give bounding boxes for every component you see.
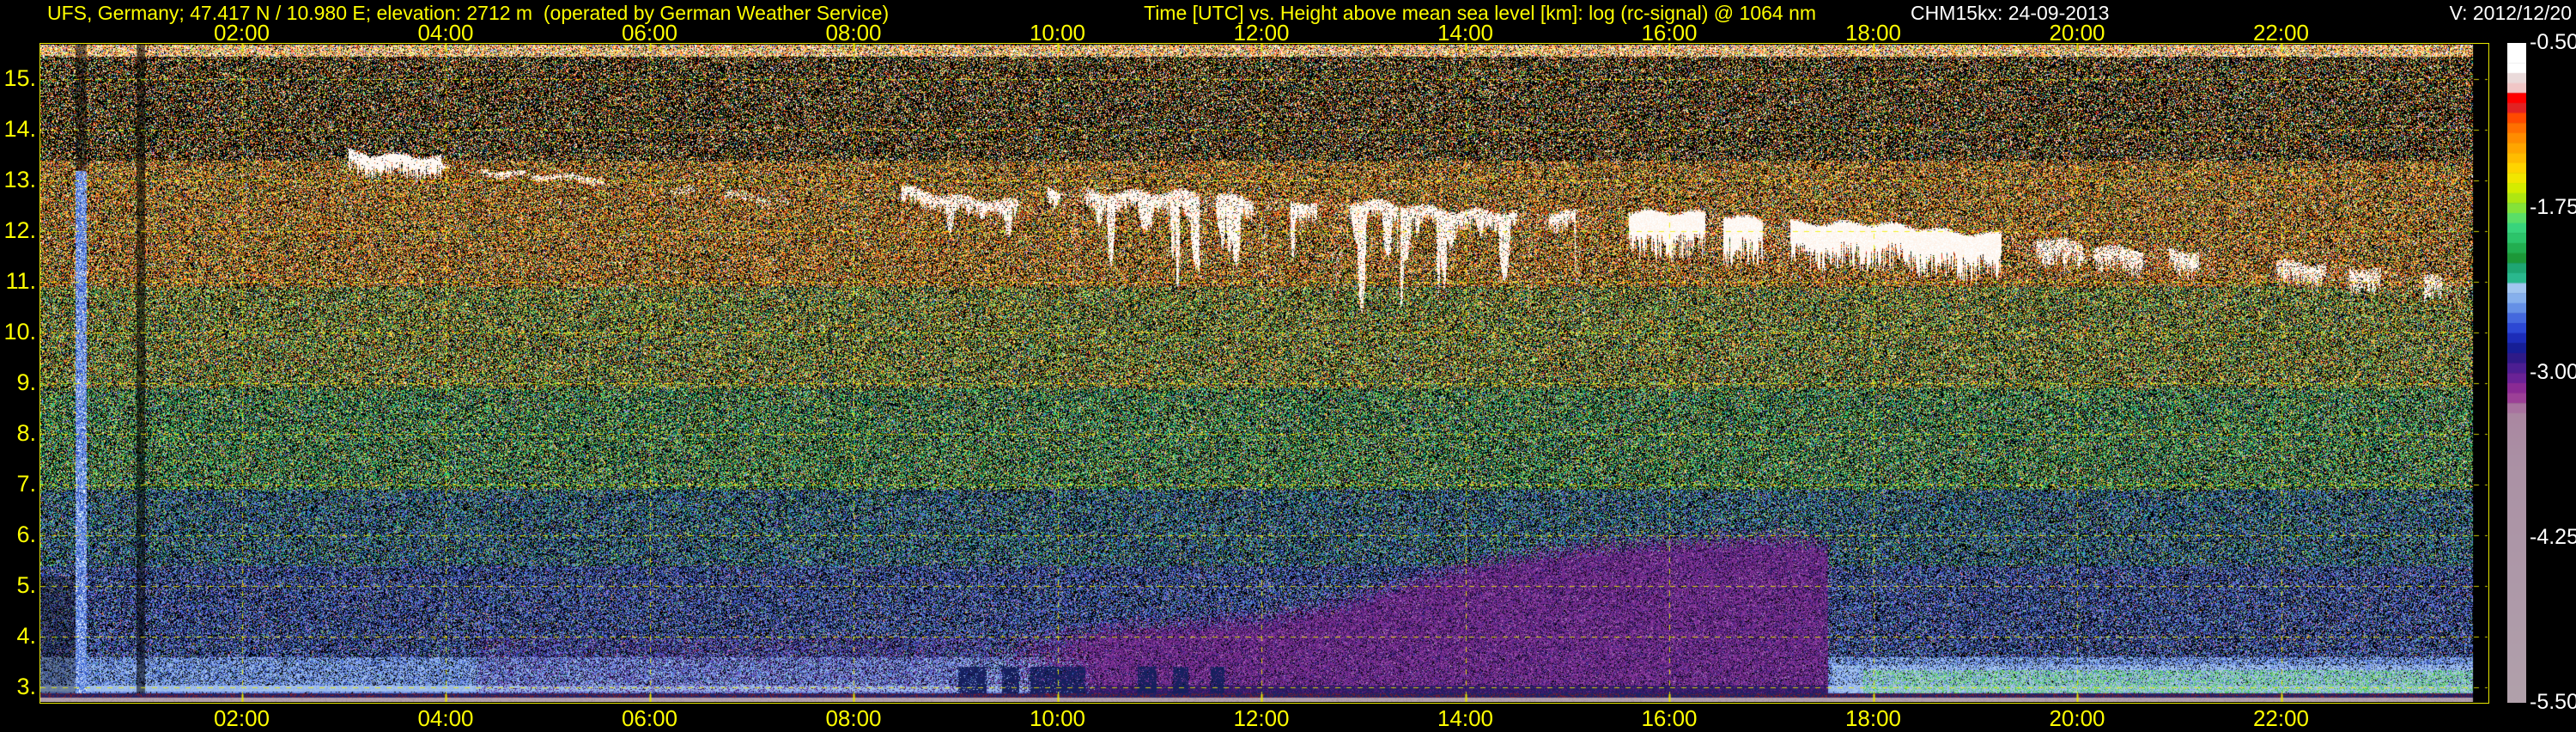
height-tick-label: 3. — [16, 674, 36, 699]
height-tick-label: 10. — [3, 319, 36, 345]
height-tick-label: 15. — [3, 65, 36, 91]
time-tick-label: 04:00 — [417, 705, 474, 731]
height-tick-label: 5. — [16, 572, 36, 598]
backscatter-heatmap — [40, 44, 2488, 702]
software-version: V: 2012/12/20 — [2449, 2, 2572, 24]
ceilometer-quicklook-screen: { "header": { "station": "UFS, Germany; … — [0, 0, 2576, 731]
time-tick-label: 02:00 — [213, 705, 270, 731]
height-tick-label: 8. — [16, 420, 36, 446]
height-tick-label: 7. — [16, 471, 36, 497]
colorbar-tick-label: -4.25 — [2530, 525, 2576, 549]
time-tick-label: 16:00 — [1641, 705, 1698, 731]
height-tick-label: 9. — [16, 369, 36, 395]
colorbar-tick-label: -0.50 — [2530, 30, 2576, 54]
time-tick-label: 22:00 — [2252, 705, 2310, 731]
colorbar-tick-label: -3.00 — [2530, 360, 2576, 384]
time-tick-label: 14:00 — [1437, 705, 1494, 731]
colorbar — [2507, 43, 2526, 703]
time-tick-label: 18:00 — [1844, 705, 1902, 731]
height-tick-label: 12. — [3, 217, 36, 243]
colorbar-tick-label: -5.50 — [2530, 690, 2576, 714]
height-tick-label: 13. — [3, 167, 36, 192]
time-tick-label: 20:00 — [2049, 705, 2105, 731]
height-tick-label: 14. — [3, 116, 36, 142]
colorbar-tick-label: -1.75 — [2530, 195, 2576, 219]
plot-frame — [39, 43, 2489, 704]
height-tick-label: 4. — [16, 623, 36, 649]
time-tick-label: 10:00 — [1029, 705, 1086, 731]
height-tick-label: 11. — [5, 268, 36, 294]
time-tick-label: 12:00 — [1233, 705, 1290, 731]
time-tick-label: 06:00 — [621, 705, 678, 731]
height-tick-label: 6. — [16, 522, 36, 547]
time-tick-label: 08:00 — [825, 705, 882, 731]
